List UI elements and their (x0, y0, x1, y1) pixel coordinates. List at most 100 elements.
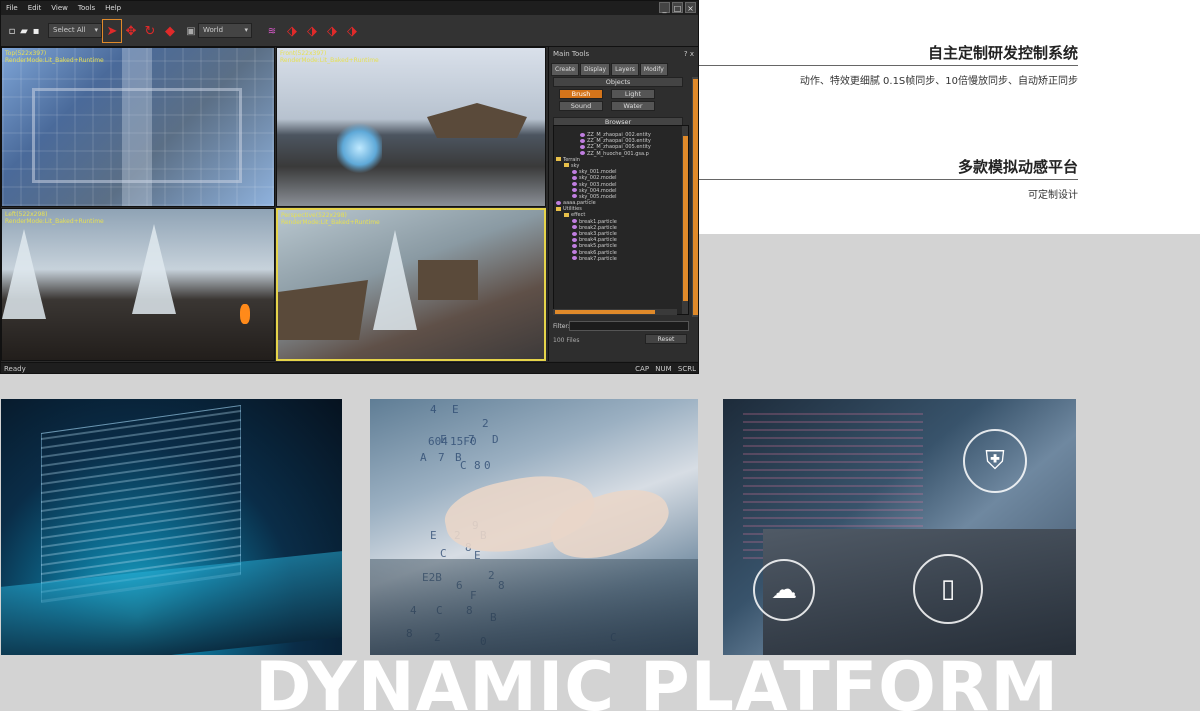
tree-item-label: Utilities (563, 206, 582, 213)
minimize-icon[interactable]: _ (659, 2, 670, 13)
file-icon (572, 169, 577, 174)
tree-item-label: sky_001.model (579, 169, 617, 176)
scale-icon[interactable]: ◆ (163, 25, 177, 39)
tree-item-label: break7.particle (579, 255, 617, 262)
file-icon (580, 138, 585, 143)
main-tools-panel: Main Tools ? x Create Display Layers Mod… (548, 47, 698, 361)
tree-item-label: break6.particle (579, 249, 617, 256)
tab-display[interactable]: Display (579, 63, 611, 76)
shield-user-icon: ⛨ (963, 429, 1027, 493)
file-icon (572, 194, 577, 199)
tree-file[interactable]: break7.particle (556, 256, 680, 262)
section-heading-motion-platform: 多款模拟动感平台 (957, 158, 1078, 176)
banner-title: DYNAMIC PLATFORM (255, 648, 1060, 711)
code-glyph: 604 (428, 435, 448, 448)
tree-item-label: sky_004.model (579, 187, 617, 194)
file-icon (572, 225, 577, 230)
tree-item-label: sky_002.model (579, 175, 617, 182)
snap-scale-icon[interactable]: ⬗ (325, 25, 339, 39)
tree-item-label: sky (571, 162, 580, 169)
viewport-front[interactable]: Front(522x397) RenderMode:Lit_Baked+Runt… (276, 47, 546, 207)
status-text: Ready (4, 365, 26, 373)
select-mode-dropdown[interactable]: Select All (48, 23, 102, 38)
sound-button[interactable]: Sound (559, 101, 603, 111)
file-icon (572, 175, 577, 180)
section-sub-control-system: 动作、特效更细腻 0.1S帧同步、10倍慢放同步、自动矫正同步 (799, 76, 1078, 87)
viewport-label: Perspective(522x298) RenderMode:Lit_Bake… (281, 212, 380, 226)
coord-space-dropdown[interactable]: World (198, 23, 252, 38)
snap-height-icon[interactable]: ⬗ (305, 25, 319, 39)
menu-edit[interactable]: Edit (23, 4, 47, 12)
panel-close-icon[interactable]: ? x (684, 50, 694, 58)
panel-scrollbar[interactable] (692, 77, 698, 317)
tree-item-label: break5.particle (579, 243, 617, 250)
tab-layers[interactable]: Layers (611, 63, 639, 76)
photo-laptop-code (1, 399, 342, 655)
viewport-label: Left(522x298) RenderMode:Lit_Baked+Runti… (5, 211, 104, 225)
close-icon[interactable]: × (685, 2, 696, 13)
tab-create[interactable]: Create (551, 63, 579, 76)
file-icon (580, 151, 585, 156)
file-icon (572, 256, 577, 261)
select-arrow-icon[interactable]: ➤ (105, 25, 119, 39)
rotate-icon[interactable]: ↻ (143, 25, 157, 39)
tree-item-label: break4.particle (579, 237, 617, 244)
section-heading-control-system: 自主定制研发控制系统 (927, 44, 1078, 62)
code-glyph: 0 (470, 435, 477, 448)
tree-item-label: ZZ_M_zhaopai_003.entity (587, 138, 651, 145)
code-glyph: A (420, 451, 427, 464)
objects-header: Objects (553, 77, 683, 87)
smartphone-gear-icon: ▯ (913, 554, 983, 624)
viewport-left[interactable]: Left(522x298) RenderMode:Lit_Baked+Runti… (1, 208, 275, 361)
viewport-perspective[interactable]: Perspective(522x298) RenderMode:Lit_Bake… (276, 208, 546, 361)
key-indicators: CAP NUM SCRL (635, 365, 696, 373)
save-icon[interactable]: ▪ (29, 25, 43, 39)
viewport-top[interactable]: Top(522x397) RenderMode:Lit_Baked+Runtim… (1, 47, 275, 207)
file-icon (572, 250, 577, 255)
cloud-sync-icon: ☁ (753, 559, 815, 621)
tree-item-label: break3.particle (579, 231, 617, 237)
menu-help[interactable]: Help (100, 4, 126, 12)
move-icon[interactable]: ✥ (124, 25, 138, 39)
folder-icon (564, 212, 569, 217)
file-icon (572, 237, 577, 242)
code-glyph: C (460, 459, 467, 472)
menu-view[interactable]: View (46, 4, 73, 12)
file-icon (572, 182, 577, 186)
code-glyph: 7 (438, 451, 445, 464)
lock-icon[interactable]: ▣ (184, 25, 198, 39)
reset-button[interactable]: Reset (645, 334, 687, 344)
viewport-label: Front(522x397) RenderMode:Lit_Baked+Runt… (280, 50, 379, 64)
tree-item-label: break1.particle (579, 218, 617, 225)
photo-typing-hands: 4E2F7D60415F0A7B8C09E2B8CE2E2B68F4C8B820… (370, 399, 698, 655)
browser-horizontal-scrollbar[interactable] (553, 309, 677, 315)
water-button[interactable]: Water (611, 101, 655, 111)
code-glyph: E (452, 403, 459, 416)
filter-label: Filter: (553, 323, 570, 330)
tab-modify[interactable]: Modify (639, 63, 668, 76)
asset-browser-tree: ZZ_M_zhaopai_002.entity ZZ_M_zhaopai_003.… (553, 125, 689, 315)
menu-file[interactable]: File (1, 4, 23, 12)
snap-translate-icon[interactable]: ⬗ (285, 25, 299, 39)
snap-rotate-icon[interactable]: ⬗ (345, 25, 359, 39)
layers-icon[interactable]: ≋ (265, 25, 279, 39)
file-icon (572, 231, 577, 236)
tree-item-label: break2.particle (579, 224, 617, 231)
tree-item-label: ZZ_M_huoche_001.gsa.p (587, 150, 649, 157)
browser-vertical-scrollbar[interactable] (682, 126, 688, 314)
tree-item-label: aaaa.particle (563, 200, 596, 207)
file-icon (580, 132, 585, 137)
tree-item-label: sky_003.model (579, 181, 617, 188)
tree-item-label: Terrain (563, 156, 580, 163)
filter-input[interactable] (569, 321, 689, 331)
gray-background-band-right (699, 234, 1200, 374)
brush-button[interactable]: Brush (559, 89, 603, 99)
file-icon (580, 144, 585, 149)
file-icon (572, 188, 577, 193)
menu-tools[interactable]: Tools (73, 4, 100, 12)
light-button[interactable]: Light (611, 89, 655, 99)
folder-icon (556, 206, 561, 211)
code-glyph: 4 (430, 403, 437, 416)
maximize-icon[interactable]: □ (672, 2, 683, 13)
tree-item-label: effect (571, 212, 586, 219)
